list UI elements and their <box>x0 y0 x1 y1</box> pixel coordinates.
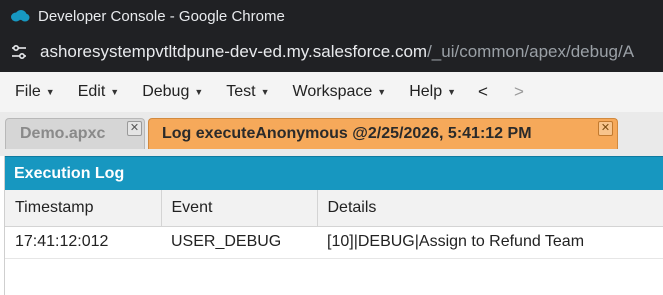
caret-down-icon: ▼ <box>194 87 204 97</box>
tab-demo-apxc[interactable]: Demo.apxc ✕ <box>5 118 145 149</box>
menu-help[interactable]: Help ▼ <box>409 83 456 101</box>
tab-log-execute-anonymous[interactable]: Log executeAnonymous @2/25/2026, 5:41:12… <box>148 118 618 149</box>
menu-debug-label: Debug <box>142 83 190 100</box>
editor-tabs: Demo.apxc ✕ Log executeAnonymous @2/25/2… <box>0 112 663 156</box>
menu-workspace-label: Workspace <box>292 83 373 100</box>
column-header-details[interactable]: Details <box>317 190 663 227</box>
caret-down-icon: ▼ <box>447 87 457 97</box>
caret-down-icon: ▼ <box>110 87 120 97</box>
salesforce-cloud-icon <box>11 10 30 22</box>
menu-edit-label: Edit <box>77 83 106 100</box>
execution-log-panel: Execution Log Timestamp Event Details 17… <box>4 156 663 295</box>
window-title-bar: Developer Console - Google Chrome <box>0 0 663 32</box>
menu-file[interactable]: File ▼ <box>15 83 55 101</box>
column-header-timestamp[interactable]: Timestamp <box>5 190 162 227</box>
window-title: Developer Console - Google Chrome <box>38 7 285 25</box>
execution-log-table: Timestamp Event Details 17:41:12:012 USE… <box>5 190 663 259</box>
caret-down-icon: ▼ <box>260 87 270 97</box>
menu-edit[interactable]: Edit ▼ <box>78 83 120 101</box>
menu-debug[interactable]: Debug ▼ <box>142 83 203 101</box>
back-button[interactable]: < <box>478 82 488 102</box>
forward-button[interactable]: > <box>514 82 524 102</box>
table-header-row: Timestamp Event Details <box>5 190 663 227</box>
menu-file-label: File <box>15 83 41 100</box>
url-host: ashoresystempvtltdpune-dev-ed.my.salesfo… <box>40 42 428 61</box>
menu-workspace[interactable]: Workspace ▼ <box>293 83 387 101</box>
menu-help-label: Help <box>409 83 443 100</box>
address-bar[interactable]: ashoresystempvtltdpune-dev-ed.my.salesfo… <box>0 32 663 72</box>
tab-label: Log executeAnonymous @2/25/2026, 5:41:12… <box>162 125 532 142</box>
menu-test-label: Test <box>226 83 256 100</box>
url-text[interactable]: ashoresystempvtltdpune-dev-ed.my.salesfo… <box>40 42 634 62</box>
close-icon[interactable]: ✕ <box>127 121 142 136</box>
menu-bar: File ▼ Edit ▼ Debug ▼ Test ▼ Workspace ▼ Help… <box>0 72 663 113</box>
cell-event: USER_DEBUG <box>161 226 317 259</box>
caret-down-icon: ▼ <box>377 87 387 97</box>
tab-label: Demo.apxc <box>20 125 106 142</box>
panel-title: Execution Log <box>5 156 663 190</box>
close-icon[interactable]: ✕ <box>598 121 613 136</box>
cell-timestamp: 17:41:12:012 <box>5 226 161 259</box>
column-header-event[interactable]: Event <box>161 190 318 227</box>
menu-test[interactable]: Test ▼ <box>226 83 269 101</box>
url-path: /_ui/common/apex/debug/A <box>427 42 635 61</box>
cell-details: [10]|DEBUG|Assign to Refund Team <box>317 226 663 259</box>
caret-down-icon: ▼ <box>45 87 55 97</box>
tune-icon[interactable] <box>10 43 28 61</box>
table-row[interactable]: 17:41:12:012 USER_DEBUG [10]|DEBUG|Assig… <box>5 226 663 259</box>
